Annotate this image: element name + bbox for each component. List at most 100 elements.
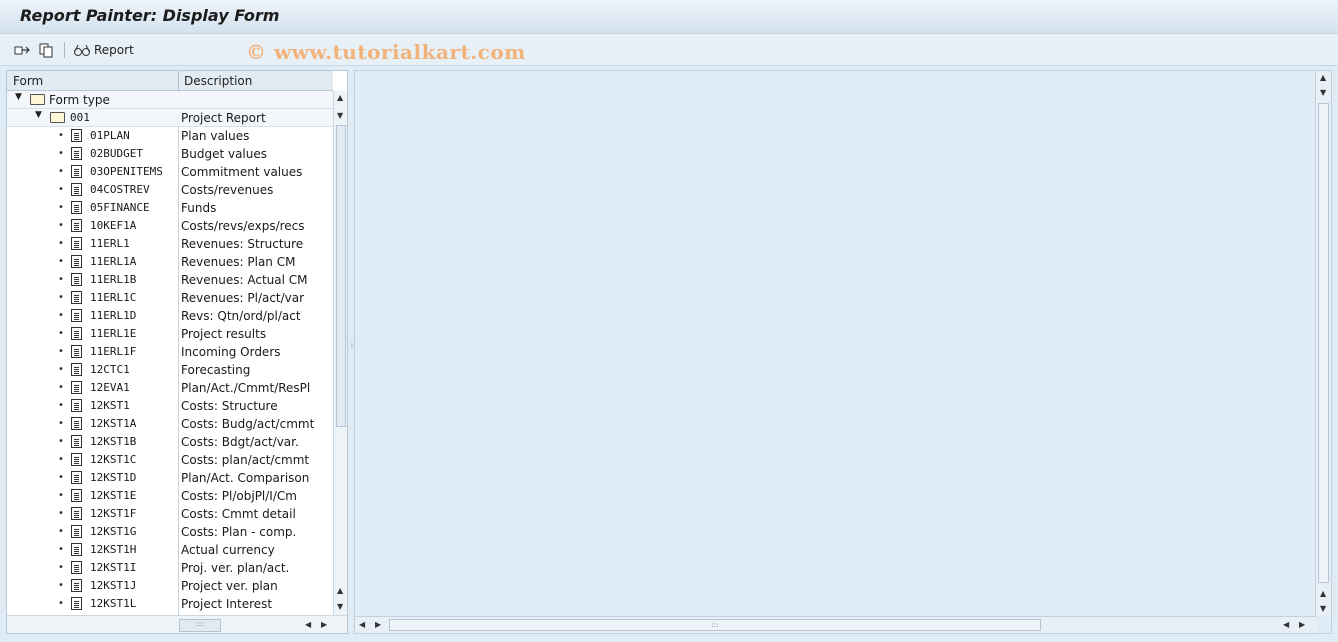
tree-item[interactable]: • 04COSTREV Costs/revenues (7, 181, 333, 199)
scroll-right-icon[interactable]: ▶ (321, 620, 327, 629)
tree-item[interactable]: • 11ERL1A Revenues: Plan CM (7, 253, 333, 271)
form-name: 12KST1B (90, 435, 137, 448)
tree-item[interactable]: • 12KST1H Actual currency (7, 541, 333, 559)
document-icon (71, 309, 82, 322)
form-name: 12KST1C (90, 453, 137, 466)
tree-vertical-scrollbar[interactable]: ▲ ▼ ▲ ▼ (333, 91, 347, 615)
tree-item[interactable]: • 11ERL1B Revenues: Actual CM (7, 271, 333, 289)
tree-item[interactable]: • 10KEF1A Costs/revs/exps/recs (7, 217, 333, 235)
scroll-up-icon[interactable]: ▲ (1320, 73, 1326, 82)
bullet-icon: • (58, 382, 64, 393)
form-description: Plan/Act. Comparison (181, 471, 310, 485)
form-description: Revenues: Structure (181, 237, 304, 251)
form-name: 12KST1F (90, 507, 137, 520)
tree-item[interactable]: • 12KST1L Project Interest (7, 595, 333, 613)
scroll-left-icon[interactable]: ◀ (305, 620, 311, 629)
scroll-thumb[interactable] (1318, 103, 1329, 583)
form-description: Actual currency (181, 543, 275, 557)
tree-item[interactable]: • 11ERL1D Revs: Qtn/ord/pl/act (7, 307, 333, 325)
document-icon (71, 345, 82, 358)
tree-node-001[interactable]: ▼ 001 Project Report (7, 109, 333, 127)
form-description: Project results (181, 327, 267, 341)
bullet-icon: • (58, 436, 64, 447)
tree-horizontal-scrollbar[interactable]: ::: ◀ ▶ (7, 615, 347, 633)
scroll-thumb[interactable]: ::: (389, 619, 1041, 631)
scroll-right-icon[interactable]: ▶ (1299, 620, 1305, 629)
document-icon (71, 147, 82, 160)
tree-node-form-type[interactable]: ▼ Form type (7, 91, 333, 109)
tree-item[interactable]: • 12EVA1 Plan/Act./Cmmt/ResPl (7, 379, 333, 397)
tree-item[interactable]: • 11ERL1C Revenues: Pl/act/var (7, 289, 333, 307)
bullet-icon: • (58, 364, 64, 375)
expand-caret-icon[interactable]: ▼ (35, 110, 42, 120)
tree-item[interactable]: • 12KST1 Costs: Structure (7, 397, 333, 415)
scroll-thumb[interactable]: ::: (179, 619, 221, 632)
tree-item[interactable]: • 12KST1G Costs: Plan - comp. (7, 523, 333, 541)
report-button[interactable]: Report (72, 40, 134, 60)
form-description: Costs: Cmmt detail (181, 507, 296, 521)
display-area: ▲ ▼ ▲ ▼ ◀ ▶ ::: ◀ ▶ (354, 70, 1332, 634)
bullet-icon: • (58, 490, 64, 501)
form-name: 11ERL1C (90, 291, 137, 304)
other-form-button[interactable] (14, 40, 32, 60)
scroll-up-icon[interactable]: ▲ (337, 93, 343, 102)
bullet-icon: • (58, 400, 64, 411)
column-header-description[interactable]: Description (184, 74, 252, 88)
scroll-down-icon[interactable]: ▼ (337, 602, 343, 611)
document-icon (71, 597, 82, 610)
column-header-form[interactable]: Form (13, 74, 43, 88)
document-icon (71, 201, 82, 214)
document-icon (71, 525, 82, 538)
form-name: 12KST1G (90, 525, 137, 538)
form-description: Costs/revs/exps/recs (181, 219, 305, 233)
form-name: 11ERL1B (90, 273, 137, 286)
tree-item[interactable]: • 11ERL1 Revenues: Structure (7, 235, 333, 253)
tree-item[interactable]: • 03OPENITEMS Commitment values (7, 163, 333, 181)
tree-item[interactable]: • 12KST1B Costs: Bdgt/act/var. (7, 433, 333, 451)
tree-item[interactable]: • 12KST1I Proj. ver. plan/act. (7, 559, 333, 577)
expand-caret-icon[interactable]: ▼ (15, 92, 22, 102)
form-description: Revs: Qtn/ord/pl/act (181, 309, 301, 323)
tree-item[interactable]: • 02BUDGET Budget values (7, 145, 333, 163)
document-icon (71, 507, 82, 520)
display-vertical-scrollbar[interactable]: ▲ ▼ ▲ ▼ (1315, 71, 1331, 617)
tree-item[interactable]: • 01PLAN Plan values (7, 127, 333, 145)
bullet-icon: • (58, 310, 64, 321)
scroll-up-icon[interactable]: ▲ (337, 586, 343, 595)
tree-item[interactable]: • 12KST1F Costs: Cmmt detail (7, 505, 333, 523)
tree-item[interactable]: • 12KST1C Costs: plan/act/cmmt (7, 451, 333, 469)
application-toolbar: Report © www.tutorialkart.com (0, 34, 1338, 66)
form-name: 12KST1D (90, 471, 137, 484)
form-name: 11ERL1 (90, 237, 130, 250)
tree-item[interactable]: • 12KST1E Costs: Pl/objPl/I/Cm (7, 487, 333, 505)
tree-item[interactable]: • 11ERL1E Project results (7, 325, 333, 343)
bullet-icon: • (58, 328, 64, 339)
form-description: Budget values (181, 147, 268, 161)
scroll-down-icon[interactable]: ▼ (1320, 604, 1326, 613)
form-description: Incoming Orders (181, 345, 281, 359)
scroll-left-icon[interactable]: ◀ (1283, 620, 1289, 629)
form-description: Revenues: Pl/act/var (181, 291, 305, 305)
tree-item[interactable]: • 12KST1J Project ver. plan (7, 577, 333, 595)
column-divider[interactable] (178, 71, 179, 91)
form-name: 12KST1E (90, 489, 137, 502)
bullet-icon: • (58, 544, 64, 555)
form-name: 12CTC1 (90, 363, 130, 376)
scroll-right-icon[interactable]: ▶ (375, 620, 381, 629)
tree-item[interactable]: • 11ERL1F Incoming Orders (7, 343, 333, 361)
tree-item[interactable]: • 05FINANCE Funds (7, 199, 333, 217)
tree-item[interactable]: • 12CTC1 Forecasting (7, 361, 333, 379)
scroll-left-icon[interactable]: ◀ (359, 620, 365, 629)
form-description: Costs: Bdgt/act/var. (181, 435, 299, 449)
tree-item[interactable]: • 12KST1A Costs: Budg/act/cmmt (7, 415, 333, 433)
scroll-thumb[interactable] (336, 125, 346, 427)
scroll-down-icon[interactable]: ▼ (337, 111, 343, 120)
form-description: Project ver. plan (181, 579, 278, 593)
document-icon (71, 237, 82, 250)
document-icon (71, 453, 82, 466)
copy-button[interactable] (38, 40, 56, 60)
tree-item[interactable]: • 12KST1D Plan/Act. Comparison (7, 469, 333, 487)
display-horizontal-scrollbar[interactable]: ◀ ▶ ::: ◀ ▶ (355, 616, 1317, 633)
scroll-up-icon[interactable]: ▲ (1320, 589, 1326, 598)
scroll-down-icon[interactable]: ▼ (1320, 88, 1326, 97)
